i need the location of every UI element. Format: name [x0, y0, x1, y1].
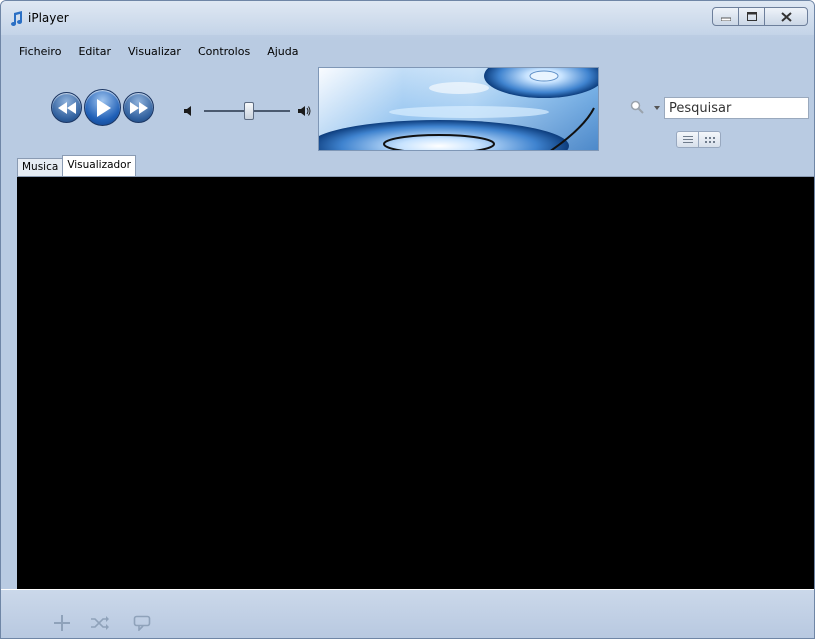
rewind-icon — [57, 101, 76, 114]
menu-ficheiro[interactable]: Ficheiro — [19, 45, 61, 58]
play-button[interactable] — [84, 89, 121, 126]
repeat-button[interactable] — [131, 612, 153, 634]
menu-visualizar[interactable]: Visualizar — [128, 45, 181, 58]
now-playing-artwork — [318, 67, 599, 151]
shuffle-icon — [91, 616, 109, 630]
tab-visualizador[interactable]: Visualizador — [62, 155, 136, 177]
maximize-icon — [746, 12, 757, 21]
menu-bar: Ficheiro Editar Visualizar Controlos Aju… — [19, 45, 298, 58]
rewind-button[interactable] — [51, 92, 82, 123]
bottom-toolbar — [1, 589, 814, 638]
minimize-button[interactable] — [712, 7, 739, 26]
minimize-icon — [720, 17, 731, 21]
volume-high-icon — [298, 106, 311, 116]
window-controls — [712, 7, 808, 27]
visualizer-canvas[interactable] — [17, 176, 814, 589]
title-bar: iPlayer — [1, 1, 814, 35]
play-icon — [96, 98, 111, 117]
menu-controlos[interactable]: Controlos — [198, 45, 250, 58]
shuffle-button[interactable] — [89, 612, 111, 634]
close-icon — [780, 11, 792, 22]
search-icon — [630, 100, 644, 114]
volume-slider-thumb[interactable] — [243, 102, 254, 120]
cd-artwork-image — [319, 68, 598, 150]
transport-controls — [51, 89, 154, 126]
view-mode-toggle — [676, 131, 721, 148]
volume-low-icon — [184, 106, 191, 116]
volume-control — [183, 101, 313, 121]
window-title: iPlayer — [28, 11, 69, 25]
search-input[interactable] — [664, 97, 809, 119]
search-options-button[interactable] — [628, 99, 662, 117]
view-tabs: Musica Visualizador — [17, 155, 136, 177]
music-note-icon — [11, 11, 22, 26]
maximize-button[interactable] — [738, 7, 765, 26]
menu-ajuda[interactable]: Ajuda — [267, 45, 298, 58]
app-window: iPlayer Ficheiro Editar Visualizar Contr… — [0, 0, 815, 639]
search-box — [628, 97, 810, 119]
plus-icon — [54, 615, 70, 631]
close-button[interactable] — [764, 7, 808, 26]
list-view-icon — [682, 136, 693, 143]
menu-editar[interactable]: Editar — [78, 45, 111, 58]
fast-forward-button[interactable] — [123, 92, 154, 123]
grid-view-button[interactable] — [698, 131, 721, 148]
grid-view-icon — [704, 136, 715, 143]
fast-forward-icon — [129, 101, 148, 114]
list-view-button[interactable] — [676, 131, 699, 148]
add-button[interactable] — [51, 612, 73, 634]
dropdown-arrow-icon — [654, 106, 660, 110]
repeat-icon — [133, 615, 151, 631]
tab-musica[interactable]: Musica — [17, 158, 64, 177]
